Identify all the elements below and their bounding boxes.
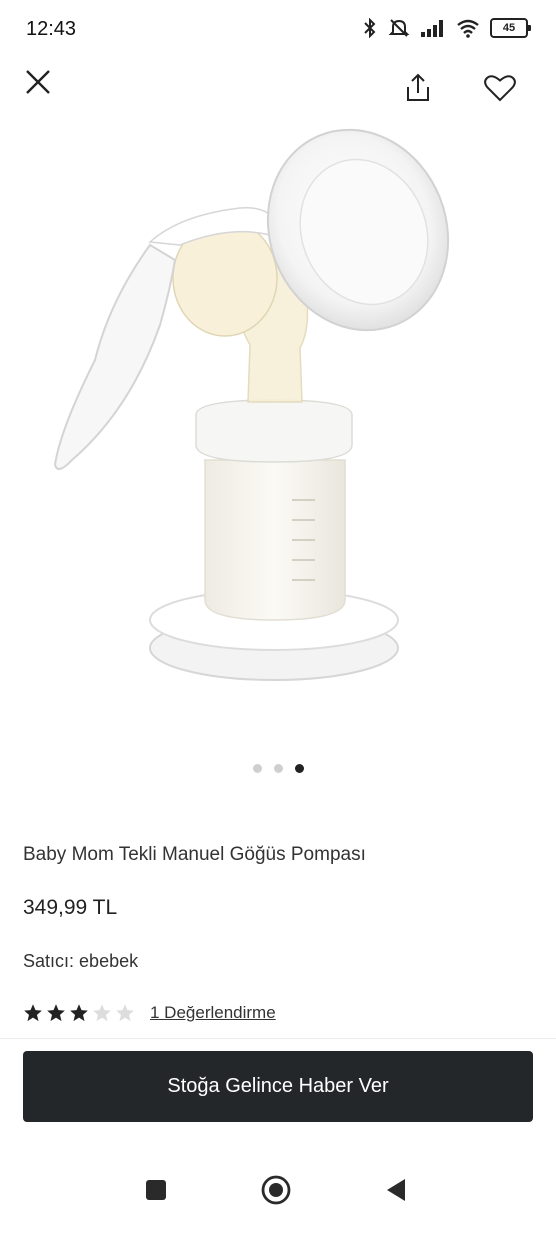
share-icon <box>407 73 429 101</box>
rating-row: 1 Değerlendirme <box>23 1003 276 1023</box>
seller-name[interactable]: ebebek <box>79 951 138 971</box>
divider <box>0 1038 556 1039</box>
product-price: 349,99 TL <box>23 896 118 919</box>
favorite-button[interactable] <box>478 66 522 110</box>
signal-icon <box>421 20 443 37</box>
seller-label: Satıcı: <box>23 951 75 971</box>
top-bar <box>0 60 556 116</box>
bluetooth-icon <box>364 18 376 38</box>
mute-icon <box>388 19 410 37</box>
back-triangle-icon <box>387 1179 405 1201</box>
close-icon <box>26 70 50 94</box>
product-title: Baby Mom Tekli Manuel Göğüs Pompası <box>23 844 366 865</box>
star-filled-icon <box>47 1004 65 1022</box>
status-icons: 45 <box>362 17 531 39</box>
home-circle-icon <box>261 1175 291 1205</box>
seller-info: Satıcı: ebebek <box>23 951 138 972</box>
notify-when-in-stock-button[interactable]: Stoğa Gelince Haber Ver <box>23 1051 533 1122</box>
back-button[interactable] <box>376 1170 416 1210</box>
battery-icon: 45 <box>490 18 531 38</box>
gallery-dot[interactable] <box>252 764 262 773</box>
gallery-pagination <box>0 764 556 773</box>
product-image-gallery[interactable] <box>0 120 556 760</box>
recents-button[interactable] <box>136 1170 176 1210</box>
star-empty-icon <box>93 1004 111 1022</box>
star-filled-icon <box>70 1004 88 1022</box>
gallery-dot[interactable] <box>273 764 283 773</box>
rating-stars <box>23 1003 138 1023</box>
star-empty-icon <box>116 1004 134 1022</box>
wifi-icon <box>457 19 479 38</box>
recents-square-icon <box>146 1180 166 1200</box>
system-navigation-bar <box>0 1170 556 1235</box>
gallery-dot-active[interactable] <box>294 764 304 773</box>
star-filled-icon <box>24 1004 42 1022</box>
reviews-link[interactable]: 1 Değerlendirme <box>150 1003 276 1023</box>
status-time: 12:43 <box>26 18 77 40</box>
product-image <box>53 128 450 681</box>
close-button[interactable] <box>16 60 60 104</box>
heart-icon <box>484 75 516 102</box>
status-bar: 12:43 45 <box>0 0 556 60</box>
home-button[interactable] <box>256 1170 296 1210</box>
share-button[interactable] <box>396 66 440 110</box>
